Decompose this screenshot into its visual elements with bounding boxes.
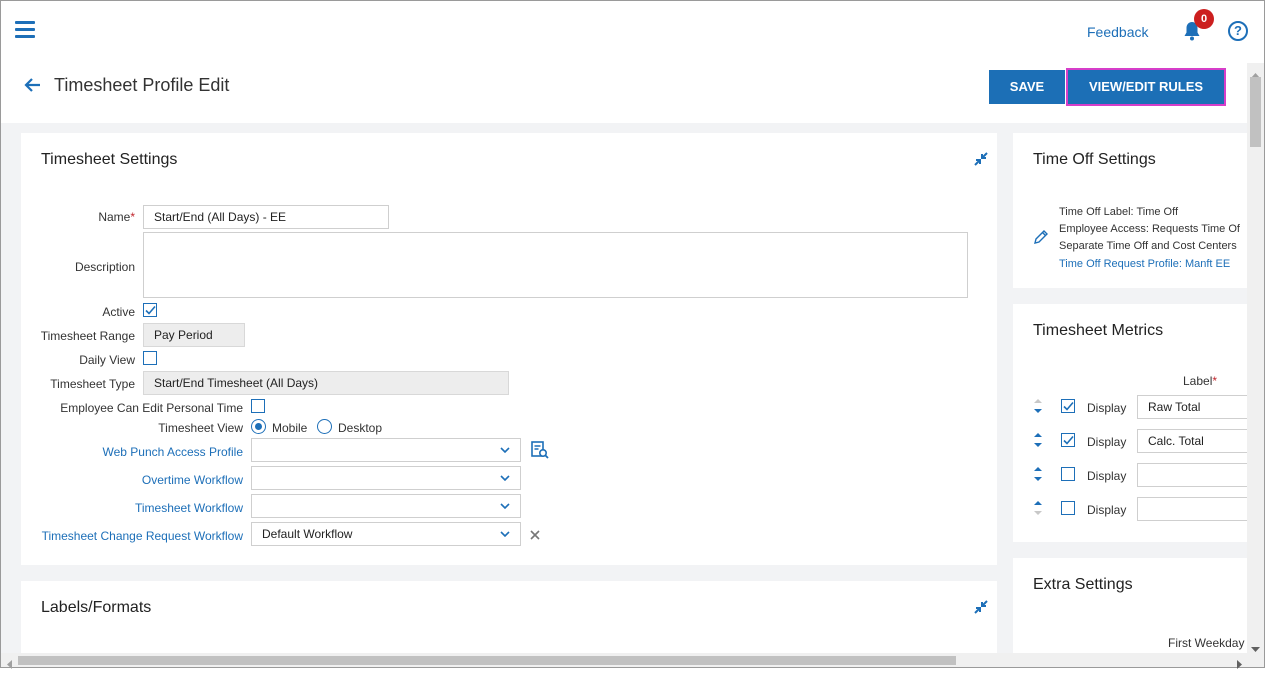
timesheet-workflow-link[interactable]: Timesheet Workflow [21,501,243,515]
view-edit-rules-button[interactable]: VIEW/EDIT RULES [1066,68,1226,106]
timesheet-range-label: Timesheet Range [40,329,135,343]
metric-display-label: Display [1087,401,1127,415]
timesheet-view-label: Timesheet View [158,421,243,435]
labels-formats-card: Labels/Formats [21,581,997,653]
scroll-right-icon[interactable] [1237,656,1243,674]
extra-settings-card: Extra Settings First Weekday [1013,558,1247,653]
desktop-radio-label: Desktop [338,421,383,435]
separate-cost-centers-line: Separate Time Off and Cost Centers [1059,240,1237,252]
name-field[interactable]: Start/End (All Days) - EE [143,205,389,229]
scroll-left-icon[interactable] [6,656,12,674]
metric-label-input[interactable]: Raw Total [1137,395,1247,419]
overtime-workflow-link[interactable]: Overtime Workflow [21,473,243,487]
active-label: Active [102,305,135,319]
time-off-request-profile-link[interactable]: Time Off Request Profile: Manft EE [1059,258,1230,270]
clear-icon[interactable] [529,528,541,540]
metric-display-checkbox[interactable] [1061,433,1075,447]
sort-arrows-icon[interactable] [1033,464,1043,484]
feedback-link[interactable]: Feedback [1087,24,1148,40]
timesheet-type-field: Start/End Timesheet (All Days) [143,371,509,395]
extra-settings-title: Extra Settings [1033,576,1133,593]
daily-view-label: Daily View [79,353,135,367]
timesheet-range-field: Pay Period [143,323,245,347]
menu-icon[interactable] [15,21,35,39]
collapse-icon[interactable] [973,599,989,615]
timesheet-type-label: Timesheet Type [50,377,135,391]
timesheet-metrics-title: Timesheet Metrics [1033,322,1164,339]
description-field[interactable] [143,232,968,298]
metric-display-checkbox[interactable] [1061,501,1075,515]
metric-label-input[interactable] [1137,463,1247,487]
edit-personal-time-checkbox[interactable] [251,399,265,413]
time-off-settings-title: Time Off Settings [1033,151,1156,168]
employee-access-line: Employee Access: Requests Time Of [1059,223,1240,235]
metric-label-input[interactable]: Calc. Total [1137,429,1247,453]
web-punch-profile-link[interactable]: Web Punch Access Profile [21,445,243,459]
top-bar [1,1,1264,63]
chevron-down-icon [500,503,510,509]
time-off-label-line: Time Off Label: Time Off [1059,206,1179,218]
metric-display-label: Display [1087,503,1127,517]
change-request-workflow-select[interactable]: Default Workflow [251,522,521,546]
metric-display-checkbox[interactable] [1061,399,1075,413]
timesheet-settings-title: Timesheet Settings [41,151,178,168]
timesheet-metrics-card: Timesheet Metrics Label* Display Raw Tot… [1013,304,1247,542]
chevron-down-icon [500,447,510,453]
mobile-radio[interactable] [251,419,266,434]
timesheet-settings-card: Timesheet Settings Name* Start/End (All … [21,133,997,565]
page-title: Timesheet Profile Edit [54,75,230,95]
time-off-settings-card: Time Off Settings Time Off Label: Time O… [1013,133,1247,288]
edit-pencil-icon[interactable] [1033,229,1049,245]
description-label: Description [74,260,135,274]
metric-display-label: Display [1087,435,1127,449]
active-checkbox[interactable] [143,303,157,317]
desktop-radio[interactable] [317,419,332,434]
notification-badge: 0 [1194,9,1214,29]
metric-display-label: Display [1087,469,1127,483]
chevron-down-icon [500,475,510,481]
daily-view-checkbox[interactable] [143,351,157,365]
lookup-icon[interactable] [530,440,550,460]
metric-label-input[interactable] [1137,497,1247,521]
sort-arrows-icon[interactable] [1033,430,1043,450]
vertical-scrollbar[interactable] [1247,63,1264,653]
sort-arrows-icon[interactable] [1033,498,1043,518]
labels-formats-title: Labels/Formats [41,599,152,616]
name-label: Name* [98,210,135,224]
chevron-down-icon [500,531,510,537]
mobile-radio-label: Mobile [272,421,308,435]
content-area: Timesheet Settings Name* Start/End (All … [1,123,1247,653]
label-column-header: Label* [1183,374,1218,388]
sort-arrows-icon[interactable] [1033,396,1043,416]
vertical-scrollbar-thumb[interactable] [1250,77,1261,147]
metric-display-checkbox[interactable] [1061,467,1075,481]
back-arrow-icon[interactable] [23,75,43,95]
edit-personal-time-label: Employee Can Edit Personal Time [60,401,243,415]
overtime-workflow-select[interactable] [251,466,521,490]
save-button[interactable]: SAVE [989,70,1065,104]
help-icon[interactable]: ? [1228,21,1248,41]
change-request-workflow-link[interactable]: Timesheet Change Request Workflow [21,529,243,543]
horizontal-scrollbar-thumb[interactable] [18,656,956,665]
web-punch-profile-select[interactable] [251,438,521,462]
timesheet-workflow-select[interactable] [251,494,521,518]
first-weekday-label: First Weekday [1168,636,1245,650]
collapse-icon[interactable] [973,151,989,167]
